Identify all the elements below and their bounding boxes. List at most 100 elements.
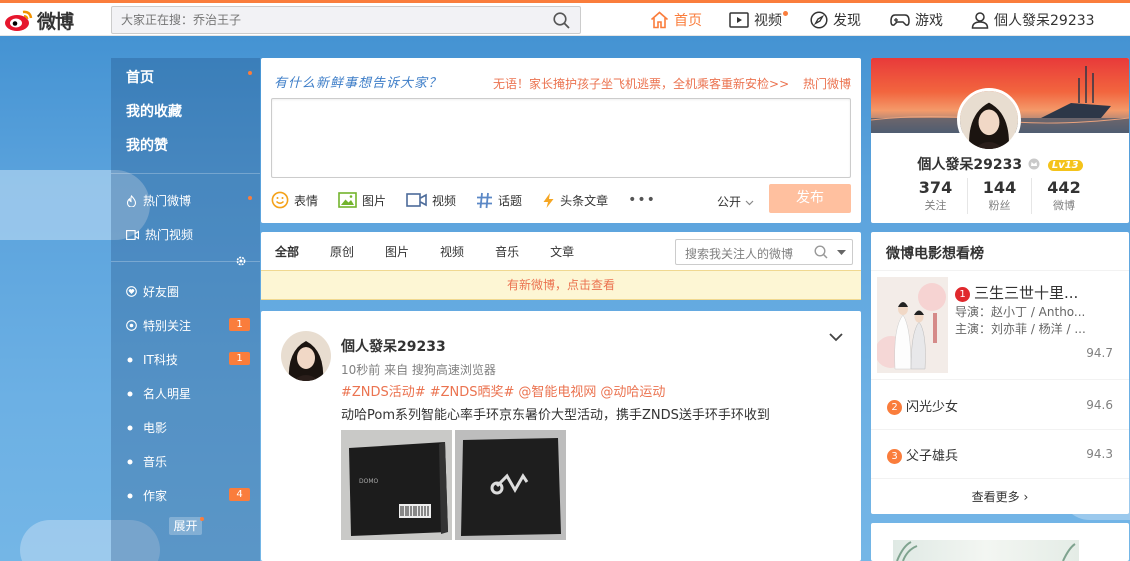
post-menu-chevron-icon[interactable] <box>829 331 843 345</box>
post-image[interactable] <box>455 430 566 540</box>
stat-posts[interactable]: 442 微博 <box>1032 178 1096 214</box>
hot-headline-link[interactable]: 无语！家长掩护孩子坐飞机逃票，全机乘客重新安检>> <box>493 77 789 91</box>
compose-textarea[interactable] <box>271 98 851 178</box>
sidebar-item-special[interactable]: 特别关注 <box>126 317 191 334</box>
stat-following[interactable]: 374 关注 <box>904 178 968 214</box>
dot-icon <box>126 424 137 432</box>
profile-name[interactable]: 個人發呆29233 <box>917 157 1022 173</box>
video-tool[interactable]: 视频 <box>406 192 456 209</box>
emoji-icon <box>271 191 289 209</box>
sidebar-item-music[interactable]: 音乐 <box>126 453 167 470</box>
compass-icon <box>810 10 828 29</box>
expand-dot <box>200 517 204 521</box>
sidebar-item-writer[interactable]: 作家 <box>126 487 167 504</box>
home-icon <box>650 10 669 28</box>
new-posts-notice[interactable]: 有新微博，点击查看 <box>261 270 861 300</box>
gamepad-icon <box>890 13 910 26</box>
sidebar-item-stars[interactable]: 名人明星 <box>126 385 191 402</box>
caret-down-icon[interactable] <box>837 250 846 256</box>
sidebar-item-special-label: 特别关注 <box>143 319 192 333</box>
tab-images[interactable]: 图片 <box>385 243 409 260</box>
sidebar-divider <box>111 173 260 174</box>
sidebar-item-friends[interactable]: 好友圈 <box>126 283 179 300</box>
post-image[interactable]: DOMO <box>341 430 452 540</box>
sidebar-item-it[interactable]: IT科技 <box>126 351 178 368</box>
nav-video[interactable]: 视频 <box>729 3 788 36</box>
movie-title: 三生三世十里... <box>974 284 1079 302</box>
nav-discover[interactable]: 发现 <box>810 3 861 36</box>
global-search[interactable] <box>111 6 581 34</box>
sidebar-item-hot-weibo[interactable]: 热门微博 <box>126 192 191 209</box>
sidebar-item-writer-label: 作家 <box>143 489 168 503</box>
tab-articles[interactable]: 文章 <box>550 243 574 260</box>
sidebar-item-hot-video[interactable]: 热门视频 <box>126 226 193 243</box>
emoji-tool[interactable]: 表情 <box>271 191 318 209</box>
nav-game-label: 游戏 <box>915 12 943 29</box>
chevron-down-icon <box>745 200 754 206</box>
article-tool-label: 头条文章 <box>560 193 609 208</box>
nav-home[interactable]: 首页 <box>650 3 702 36</box>
article-tool[interactable]: 头条文章 <box>542 192 608 209</box>
topic-tool-label: 话题 <box>498 193 523 208</box>
visibility-select[interactable]: 公开 <box>717 193 754 210</box>
heart-icon <box>126 286 137 297</box>
nav-user-label: 個人發呆29233 <box>994 12 1095 29</box>
hot-weibo-link[interactable]: 热门微博 <box>803 77 851 91</box>
see-more-link[interactable]: 查看更多 › <box>871 488 1129 505</box>
nav-user[interactable]: 個人發呆29233 <box>971 3 1095 36</box>
publish-button[interactable]: 发布 <box>769 184 851 213</box>
post-author[interactable]: 個人發呆29233 <box>341 336 446 356</box>
tab-original[interactable]: 原创 <box>330 243 354 260</box>
top-bar: 微博 首页 视频 发现 游戏 個人發呆29233 <box>0 0 1130 36</box>
sidebar-item-favorites[interactable]: 我的收藏 <box>126 101 182 121</box>
movie-cast: 主演：刘亦菲 / 杨洋 / ... <box>955 322 1086 336</box>
tab-music[interactable]: 音乐 <box>495 243 519 260</box>
member-crown-icon[interactable] <box>1027 158 1041 170</box>
sidebar-item-movie[interactable]: 电影 <box>126 419 167 436</box>
topic-tool[interactable]: 话题 <box>476 192 522 209</box>
tab-videos[interactable]: 视频 <box>440 243 464 260</box>
movie-director: 导演：赵小丁 / Antho... <box>955 305 1086 319</box>
search-icon[interactable] <box>814 245 828 259</box>
sidebar-item-likes[interactable]: 我的赞 <box>126 135 168 155</box>
stat-followers[interactable]: 144 粉丝 <box>968 178 1032 214</box>
post-mention[interactable]: @智能电视网 <box>518 385 596 400</box>
tab-all[interactable]: 全部 <box>275 243 299 260</box>
dot-icon <box>126 390 137 398</box>
rank-badge: 3 <box>887 449 902 464</box>
level-badge[interactable]: Lv13 <box>1047 160 1083 171</box>
search-icon[interactable] <box>553 12 570 32</box>
post-mention[interactable]: @动哈运动 <box>600 385 665 400</box>
profile-avatar[interactable] <box>957 88 1021 152</box>
image-tool[interactable]: 图片 <box>338 192 386 209</box>
movie-poster[interactable] <box>877 277 948 373</box>
movie-item-3[interactable]: 3 父子雄兵 <box>887 445 958 464</box>
stat-label: 粉丝 <box>988 199 1011 212</box>
movie-item-2[interactable]: 2 闪光少女 <box>887 396 958 415</box>
nav-discover-label: 发现 <box>833 12 861 29</box>
settings-gear-icon[interactable] <box>235 255 247 270</box>
sidebar-divider <box>111 261 260 262</box>
ad-card <box>871 523 1129 561</box>
post-tag[interactable]: #ZNDS活动# <box>341 385 426 400</box>
movie-item-1[interactable]: 1 三生三世十里... <box>955 282 1078 303</box>
nav-video-dot <box>783 11 788 16</box>
stat-value: 374 <box>918 178 953 197</box>
movie-score: 94.3 <box>1086 447 1113 461</box>
composer-card: 有什么新鲜事想告诉大家？ 无语！家长掩护孩子坐飞机逃票，全机乘客重新安检>> 热… <box>261 58 861 223</box>
hot-topic-bar: 无语！家长掩护孩子坐飞机逃票，全机乘客重新安检>> 热门微博 <box>493 75 851 92</box>
search-input[interactable] <box>112 7 532 33</box>
sidebar-item-home[interactable]: 首页 <box>126 67 154 87</box>
following-search-input[interactable]: 搜索我关注人的微博 <box>675 239 853 265</box>
ad-image[interactable] <box>893 540 1079 561</box>
weibo-logo[interactable]: 微博 <box>4 5 84 35</box>
sidebar-item-music-label: 音乐 <box>143 455 168 469</box>
nav-game[interactable]: 游戏 <box>890 3 943 36</box>
post-tags: #ZNDS活动# #ZNDS晒奖# @智能电视网 @动哈运动 <box>341 381 669 400</box>
post-avatar[interactable] <box>281 331 331 381</box>
svg-text:DOMO: DOMO <box>359 478 379 485</box>
more-tools-icon[interactable]: ••• <box>628 192 656 208</box>
post-tag[interactable]: #ZNDS晒奖# <box>430 385 515 400</box>
emoji-tool-label: 表情 <box>294 193 319 208</box>
expand-button[interactable]: 展开 <box>169 517 202 535</box>
